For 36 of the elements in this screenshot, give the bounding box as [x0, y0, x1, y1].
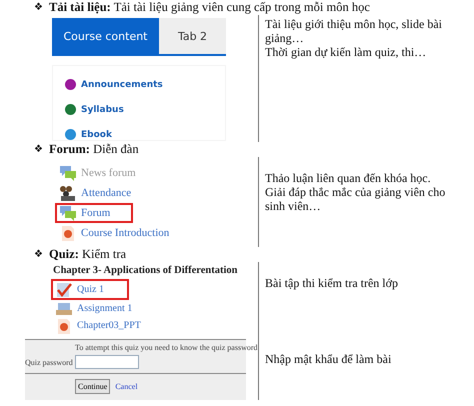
cancel-link[interactable]: Cancel	[115, 382, 138, 391]
note-text: Tài liệu giới thiệu môn học, slide bài giảng…	[265, 17, 443, 45]
activity-link[interactable]: News forum	[81, 167, 136, 179]
section-heading: Tải tài liệu: Tải tài liệu giảng viên cung cấp trong mỗi môn học	[49, 0, 370, 15]
bullet-mark: ❖	[34, 143, 43, 157]
chapter-title: Chapter 3- Applications of Differentation	[53, 264, 238, 278]
activity-link[interactable]: Chapter03_PPT	[77, 320, 141, 331]
activity-link[interactable]: Quiz 1	[77, 284, 104, 295]
course-link[interactable]: Syllabus	[81, 104, 124, 114]
note-text: Bài tập thi kiểm tra trên lớp	[265, 276, 399, 290]
speech-bubbles-icon	[59, 165, 77, 181]
tab[interactable]: Tab 2	[159, 18, 226, 54]
note-text: Thảo luận liên quan đến khóa học. Giải đáp thắc mắc của giảng viên cho sinh viên…	[265, 171, 446, 213]
tab[interactable]: Course content	[52, 18, 159, 54]
activity-link[interactable]: Attendance	[81, 187, 132, 199]
activity-link[interactable]: Forum	[81, 207, 110, 219]
inbox-icon	[55, 300, 73, 316]
section-heading: Forum: Diễn đàn	[49, 142, 139, 157]
note-text: Thời gian dự kiến làm quiz, thi…	[265, 45, 428, 59]
bullet-mark: ❖	[34, 248, 43, 262]
course-link[interactable]: Ebook	[81, 130, 112, 140]
activity-link[interactable]: Assignment 1	[77, 303, 132, 314]
document-icon	[55, 318, 73, 334]
continue-button[interactable]: Continue	[75, 379, 110, 394]
activity-link[interactable]: Course Introduction	[81, 227, 170, 239]
speech-bubbles-icon	[59, 205, 77, 221]
hint-text: To attempt this quiz you need to know the quiz password	[75, 343, 258, 352]
bullet-mark: ❖	[34, 1, 43, 15]
password-field[interactable]	[75, 355, 139, 369]
course-link[interactable]: Announcements	[81, 80, 163, 90]
field-label: Quiz password	[25, 358, 74, 366]
document-icon	[59, 225, 77, 241]
section-heading: Quiz: Kiểm tra	[49, 247, 126, 262]
checklist-icon	[55, 282, 73, 298]
people-icon	[59, 185, 77, 201]
note-text: Nhập mật khẩu để làm bài	[265, 352, 392, 366]
